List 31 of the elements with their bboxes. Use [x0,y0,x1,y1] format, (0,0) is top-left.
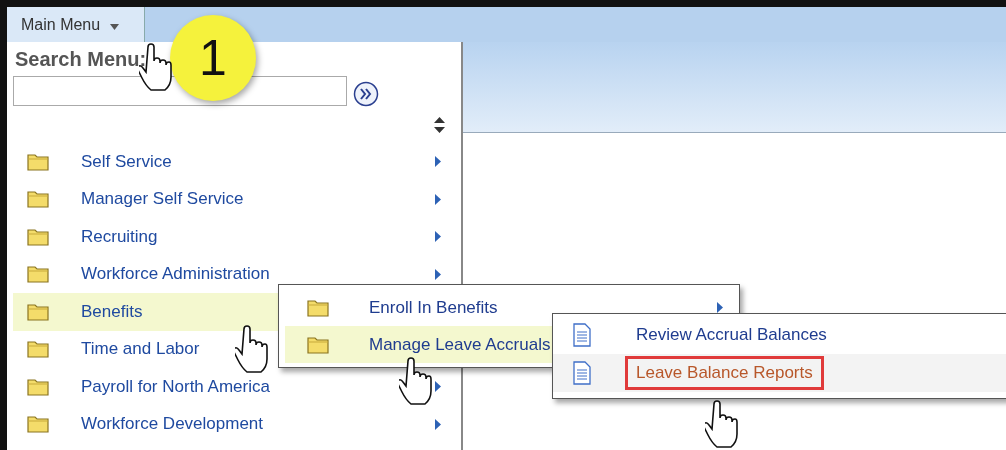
folder-icon [27,265,49,284]
submenu-arrow-icon [435,381,441,393]
submenu-arrow-icon [435,156,441,168]
folder-icon [27,152,49,171]
menu-item[interactable]: Manager Self Service [13,180,455,218]
document-icon [573,361,591,385]
folder-icon [27,190,49,209]
submenu-arrow-icon [435,268,441,280]
submenu-arrow-icon [435,418,441,430]
search-title: Search Menu: [15,48,147,71]
menu-item[interactable]: Self Service [13,143,455,181]
menu-item[interactable]: Payroll for North America [13,368,455,406]
folder-icon [27,302,49,321]
main-menu-button[interactable]: Main Menu [7,7,145,42]
menu-item[interactable]: Workforce Development [13,405,455,443]
sort-icon[interactable] [434,117,445,133]
submenu-arrow-icon [435,231,441,243]
submenu-arrow-icon [435,193,441,205]
search-go-icon[interactable] [353,81,379,107]
folder-icon [27,377,49,396]
folder-icon [27,415,49,434]
submenu-link[interactable]: Leave Balance Reports [625,356,824,390]
folder-icon [307,335,329,354]
folder-icon [27,227,49,246]
folder-icon [27,340,49,359]
caret-icon [110,23,120,30]
menu-item[interactable]: Recruiting [13,218,455,256]
folder-icon [307,298,329,317]
hand-cursor-icon [235,325,269,373]
document-icon [573,323,591,347]
submenu-arrow-icon [717,302,723,313]
